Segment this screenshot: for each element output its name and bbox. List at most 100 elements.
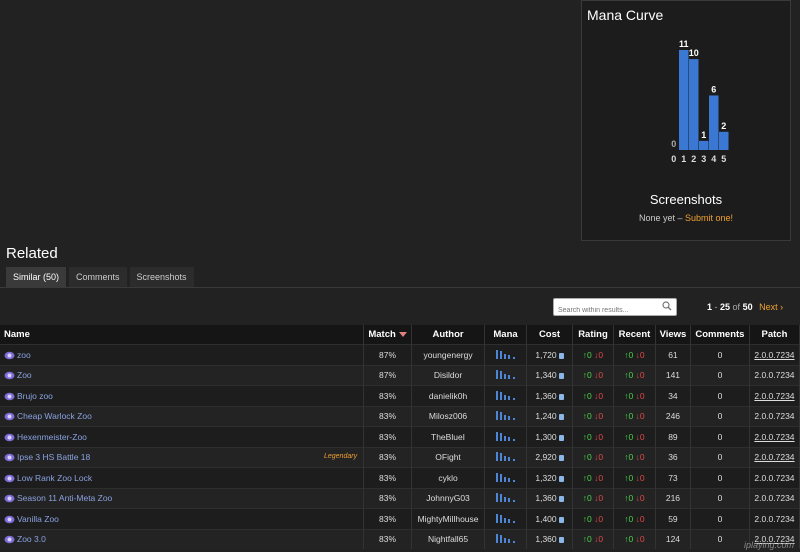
tab-similar[interactable]: Similar (50) xyxy=(6,267,67,287)
table-row[interactable]: zoo 87% youngenergy 1,720 ↑0 ↓0 ↑0 ↓0 61 0 2.0.0… xyxy=(0,344,800,365)
table-row[interactable]: Season 11 Anti-Meta Zoo 83% JohnnyG03 1,360… xyxy=(0,487,800,509)
table-row[interactable]: Vanilla Zoo 83% MightyMillhouse 1,400 ↑0 ↓0 ↑… xyxy=(0,508,800,529)
rating-cell: ↑0 ↓0 xyxy=(572,405,614,427)
rating-down-count: 0 xyxy=(598,431,604,442)
deck-name-link[interactable]: Zoo xyxy=(17,370,32,380)
patch-cell: 2.0.0.7234 xyxy=(749,364,800,386)
deck-name-cell[interactable]: Low Rank Zoo Lock xyxy=(0,467,365,488)
rating-up-count: 0 xyxy=(587,349,592,360)
deck-name-link[interactable]: Low Rank Zoo Lock xyxy=(17,473,92,483)
mana-bar-value-label: 11 xyxy=(679,39,689,49)
table-row[interactable]: Cheap Warlock Zoo 83% Milosz006 1,240 ↑0 ↓0 ↑… xyxy=(0,405,800,427)
tab-screenshots[interactable]: Screenshots xyxy=(129,267,194,287)
tab-comments[interactable]: Comments xyxy=(69,267,127,287)
mana-curve-chart: 00111102136425 xyxy=(671,39,729,164)
author-cell[interactable]: MightyMillhouse xyxy=(411,508,486,529)
deck-name-link[interactable]: Hexenmeister-Zoo xyxy=(17,432,87,442)
table-row[interactable]: Hexenmeister-Zoo 83% TheBlueI 1,300 ↑0 ↓0 ↑0 … xyxy=(0,426,800,447)
deck-name-cell[interactable]: Vanilla Zoo xyxy=(0,508,365,529)
col-recent[interactable]: Recent xyxy=(613,325,656,345)
dust-icon xyxy=(558,414,564,420)
cost-value: 1,400 xyxy=(535,513,557,524)
patch-cell: 2.0.0.7234 xyxy=(749,467,800,488)
related-decks-table: Name Match Author Mana Cost Rating Recen… xyxy=(0,325,800,549)
col-match[interactable]: Match xyxy=(363,325,413,345)
author-cell[interactable]: TheBlueI xyxy=(411,426,486,447)
warlock-class-icon xyxy=(4,495,15,503)
next-page-link[interactable]: Next › xyxy=(759,302,783,312)
deck-name-link[interactable]: Season 11 Anti-Meta Zoo xyxy=(17,493,112,503)
table-row[interactable]: Brujo zoo 83% danielik0h 1,360 ↑0 ↓0 ↑0 ↓0 34 0… xyxy=(0,385,800,406)
views-cell: 89 xyxy=(655,426,691,447)
table-row[interactable]: Zoo 3.0 83% Nightfall65 1,360 ↑0 ↓0 ↑0 ↓0 124 0… xyxy=(0,528,800,549)
author-cell[interactable]: JohnnyG03 xyxy=(411,487,486,509)
table-row[interactable]: Ipse 3 HS Battle 18 Legendary 83% OFight 2,9… xyxy=(0,446,800,468)
table-body: zoo 87% youngenergy 1,720 ↑0 ↓0 ↑0 ↓0 61 0 2.0.0… xyxy=(0,344,800,549)
patch-cell: 2.0.0.7234 xyxy=(749,426,800,447)
author-cell[interactable]: OFight xyxy=(411,446,486,468)
mana-bar-2 xyxy=(689,59,699,150)
warlock-class-icon xyxy=(4,413,15,421)
author-cell[interactable]: Disildor xyxy=(411,364,486,386)
deck-name-link[interactable]: Zoo 3.0 xyxy=(17,534,46,544)
mana-mini-curve-icon xyxy=(495,452,515,462)
screenshots-title: Screenshots xyxy=(649,192,723,207)
match-cell: 87% xyxy=(363,344,413,365)
mana-bar-value-label: 10 xyxy=(689,48,699,58)
deck-name-link[interactable]: Cheap Warlock Zoo xyxy=(17,411,92,421)
mana-bar-5 xyxy=(719,131,729,150)
col-name[interactable]: Name xyxy=(0,325,365,345)
deck-name-link[interactable]: Vanilla Zoo xyxy=(17,514,59,524)
author-cell[interactable]: cyklo xyxy=(411,467,486,488)
dust-icon xyxy=(558,516,564,523)
warlock-class-icon xyxy=(4,351,15,360)
col-author[interactable]: Author xyxy=(411,325,486,345)
recent-cell: ↑0 ↓0 xyxy=(613,426,656,447)
deck-name-cell[interactable]: Cheap Warlock Zoo xyxy=(0,405,365,427)
warlock-class-icon xyxy=(4,454,15,462)
recent-up-count: 0 xyxy=(628,411,634,422)
deck-name-link[interactable]: zoo xyxy=(17,350,31,360)
screenshots-none-text: None yet – xyxy=(638,213,685,223)
col-comments[interactable]: Comments xyxy=(690,325,750,345)
deck-name-cell[interactable]: Hexenmeister-Zoo xyxy=(0,426,365,447)
search-input[interactable] xyxy=(554,302,667,319)
table-row[interactable]: Zoo 87% Disildor 1,340 ↑0 ↓0 ↑0 ↓0 141 0 2.0.0.7… xyxy=(0,364,800,386)
author-cell[interactable]: danielik0h xyxy=(411,385,486,406)
search-icon[interactable] xyxy=(662,301,672,311)
col-rating[interactable]: Rating xyxy=(572,325,614,345)
col-patch[interactable]: Patch xyxy=(749,325,800,345)
deck-name-cell[interactable]: Brujo zoo xyxy=(0,385,365,406)
recent-up-count: 0 xyxy=(628,493,634,504)
cost-value: 1,360 xyxy=(535,534,557,545)
submit-screenshot-link[interactable]: Submit one! xyxy=(685,213,733,223)
col-cost[interactable]: Cost xyxy=(526,325,573,345)
mana-cost-tick-label: 4 xyxy=(711,154,716,164)
deck-name-cell[interactable]: Zoo 3.0 xyxy=(0,528,365,549)
match-cell: 83% xyxy=(363,426,413,447)
recent-down-count: 0 xyxy=(639,513,645,524)
patch-cell: 2.0.0.7234 xyxy=(749,344,800,365)
deck-name-cell[interactable]: zoo xyxy=(0,344,365,365)
deck-name-cell[interactable]: Zoo xyxy=(0,364,365,386)
dust-icon xyxy=(558,537,564,543)
deck-name-cell[interactable]: Season 11 Anti-Meta Zoo xyxy=(0,487,365,509)
rating-cell: ↑0 ↓0 xyxy=(572,487,614,509)
deck-name-cell[interactable]: Ipse 3 HS Battle 18 Legendary xyxy=(0,446,365,468)
deck-name-link[interactable]: Brujo zoo xyxy=(17,391,53,401)
col-views[interactable]: Views xyxy=(655,325,691,345)
author-cell[interactable]: youngenergy xyxy=(411,344,486,365)
pager-of: of xyxy=(732,302,741,312)
comments-cell: 0 xyxy=(690,405,750,427)
author-cell[interactable]: Milosz006 xyxy=(411,405,486,427)
rating-up-count: 0 xyxy=(587,411,592,422)
recent-cell: ↑0 ↓0 xyxy=(613,405,656,427)
table-row[interactable]: Low Rank Zoo Lock 83% cyklo 1,320 ↑0 ↓0 ↑0 ↓0… xyxy=(0,467,800,488)
cost-cell: 1,320 xyxy=(526,467,573,488)
col-mana[interactable]: Mana xyxy=(484,325,528,345)
match-cell: 83% xyxy=(363,446,413,468)
deck-name-link[interactable]: Ipse 3 HS Battle 18 xyxy=(17,452,90,462)
tab-divider xyxy=(0,287,800,288)
author-cell[interactable]: Nightfall65 xyxy=(411,528,486,549)
match-cell: 87% xyxy=(363,364,413,386)
